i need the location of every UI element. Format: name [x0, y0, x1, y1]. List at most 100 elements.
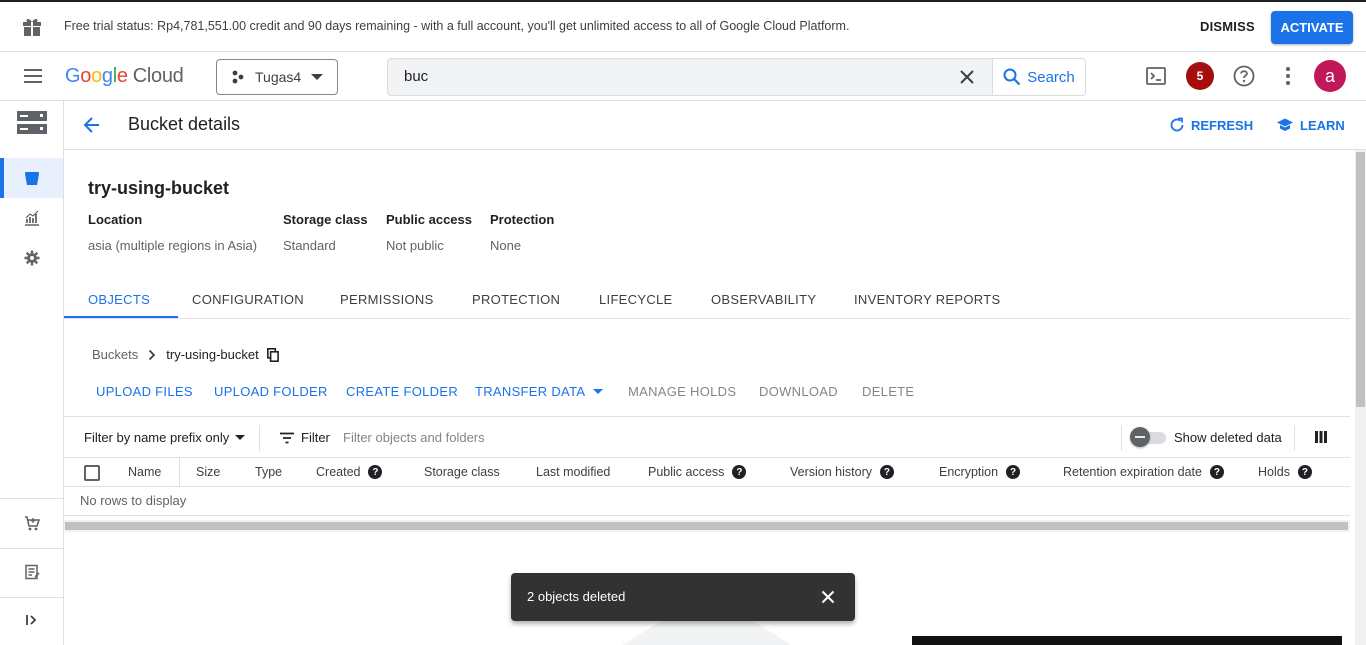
more-vert-icon[interactable]	[1276, 64, 1300, 88]
project-picker[interactable]: Tugas4	[216, 59, 338, 95]
help-icon[interactable]	[1232, 64, 1256, 88]
tab-permissions[interactable]: PERMISSIONS	[340, 292, 434, 307]
project-name: Tugas4	[255, 69, 302, 85]
rail-divider	[0, 498, 63, 499]
meta-value: Standard	[283, 238, 336, 253]
transfer-data-label: TRANSFER DATA	[475, 384, 586, 399]
column-label: Size	[196, 465, 221, 479]
search-button[interactable]: Search	[992, 58, 1086, 96]
column-display-icon[interactable]	[1314, 430, 1328, 444]
help-icon[interactable]: ?	[368, 465, 383, 479]
breadcrumb: Buckets try-using-bucket	[92, 347, 279, 362]
analytics-icon	[24, 210, 39, 226]
rail-divider	[0, 597, 63, 598]
show-deleted-label: Show deleted data	[1174, 430, 1282, 445]
column-label: Retention expiration date	[1063, 465, 1202, 479]
filter-prefix-label: Filter by name prefix only	[84, 430, 230, 445]
horizontal-scrollbar-thumb[interactable]	[65, 522, 1348, 530]
sidebar-item-release-notes[interactable]	[0, 552, 63, 592]
help-icon[interactable]: ?	[1006, 465, 1021, 479]
column-size[interactable]: Size	[196, 465, 220, 479]
refresh-button[interactable]: REFRESH	[1169, 117, 1253, 133]
copy-icon[interactable]	[266, 347, 279, 362]
dismiss-button[interactable]: DISMISS	[1200, 19, 1255, 34]
google-cloud-logo[interactable]: Google Cloud	[65, 65, 184, 88]
help-icon[interactable]: ?	[1209, 465, 1224, 479]
refresh-icon	[1170, 117, 1184, 132]
menu-icon[interactable]	[24, 69, 42, 83]
storage-icon	[16, 111, 47, 134]
help-icon[interactable]: ?	[732, 465, 747, 479]
sidebar-item-monitoring[interactable]	[0, 198, 63, 238]
help-icon[interactable]: ?	[1297, 465, 1312, 479]
sidebar-item-settings[interactable]	[0, 238, 63, 278]
storage-product-icon[interactable]	[0, 103, 63, 143]
left-navigation-rail	[0, 101, 64, 645]
create-folder-button[interactable]: CREATE FOLDER	[346, 384, 458, 399]
tab-lifecycle[interactable]: LIFECYCLE	[599, 292, 673, 307]
column-storage-class[interactable]: Storage class	[424, 465, 500, 479]
close-icon[interactable]	[819, 588, 837, 606]
column-created[interactable]: Created?	[316, 465, 383, 479]
background-illustration	[622, 620, 792, 645]
meta-key: Location	[88, 212, 143, 227]
transfer-data-button[interactable]: TRANSFER DATA	[475, 384, 604, 399]
bucket-storage-class: Storage class Standard	[283, 212, 368, 253]
learn-button[interactable]: LEARN	[1276, 117, 1345, 133]
account-avatar[interactable]: a	[1314, 60, 1346, 92]
notifications-badge[interactable]: 5	[1186, 62, 1214, 90]
filter-prefix-select[interactable]: Filter by name prefix only	[84, 430, 246, 445]
active-tab-indicator	[64, 316, 178, 318]
vertical-scrollbar-thumb[interactable]	[1356, 152, 1365, 407]
clear-search-icon[interactable]	[958, 68, 976, 86]
upload-files-button[interactable]: UPLOAD FILES	[96, 384, 193, 399]
cloud-shell-icon[interactable]	[1144, 64, 1168, 88]
filter-divider	[1121, 425, 1122, 451]
breadcrumb-buckets-link[interactable]: Buckets	[92, 347, 138, 362]
back-arrow-icon[interactable]	[82, 115, 102, 135]
tab-observability[interactable]: OBSERVABILITY	[711, 292, 816, 307]
tab-inventory-reports[interactable]: INVENTORY REPORTS	[854, 292, 1000, 307]
trial-status-text: Free trial status: Rp4,781,551.00 credit…	[64, 19, 850, 33]
manage-holds-button[interactable]: MANAGE HOLDS	[628, 384, 736, 399]
horizontal-scrollbar[interactable]	[64, 520, 1350, 532]
gear-icon	[24, 250, 39, 266]
column-holds[interactable]: Holds?	[1258, 465, 1312, 479]
column-encryption[interactable]: Encryption?	[939, 465, 1021, 479]
column-last-modified[interactable]: Last modified	[536, 465, 610, 479]
column-type[interactable]: Type	[255, 465, 282, 479]
tab-configuration[interactable]: CONFIGURATION	[192, 292, 304, 307]
search-input[interactable]	[404, 68, 944, 85]
vertical-scrollbar[interactable]	[1355, 150, 1366, 645]
show-deleted-toggle[interactable]	[1130, 427, 1166, 447]
free-trial-banner: Free trial status: Rp4,781,551.00 credit…	[0, 2, 1366, 52]
column-public-access[interactable]: Public access?	[648, 465, 747, 479]
activate-button[interactable]: ACTIVATE	[1271, 11, 1353, 44]
column-resize-handle[interactable]	[179, 458, 180, 486]
column-version-history[interactable]: Version history?	[790, 465, 894, 479]
release-notes-icon	[24, 564, 40, 580]
column-label: Type	[255, 465, 283, 479]
snackbar-toast: 2 objects deleted	[511, 573, 855, 621]
bucket-location: Location asia (multiple regions in Asia)	[88, 212, 257, 253]
tab-protection[interactable]: PROTECTION	[472, 292, 560, 307]
tab-objects[interactable]: OBJECTS	[88, 292, 150, 307]
chevron-down-icon	[311, 74, 323, 80]
upload-folder-button[interactable]: UPLOAD FOLDER	[214, 384, 328, 399]
meta-value: asia (multiple regions in Asia)	[88, 238, 258, 253]
filter-input[interactable]: Filter objects and folders	[343, 430, 485, 445]
bucket-icon	[24, 172, 39, 185]
chevron-down-icon	[593, 389, 604, 394]
sidebar-item-buckets[interactable]	[0, 158, 63, 198]
delete-button[interactable]: DELETE	[862, 384, 914, 399]
expand-rail-button[interactable]	[0, 600, 63, 640]
help-icon[interactable]: ?	[879, 465, 894, 479]
select-all-checkbox[interactable]	[84, 465, 100, 481]
overlay-panel-edge	[912, 636, 1342, 645]
column-name[interactable]: Name	[128, 465, 161, 479]
column-retention-expiration-date[interactable]: Retention expiration date?	[1063, 465, 1224, 479]
sidebar-item-marketplace[interactable]	[0, 503, 63, 543]
meta-value: None	[490, 238, 522, 253]
page-title: Bucket details	[128, 114, 241, 134]
download-button[interactable]: DOWNLOAD	[759, 384, 838, 399]
